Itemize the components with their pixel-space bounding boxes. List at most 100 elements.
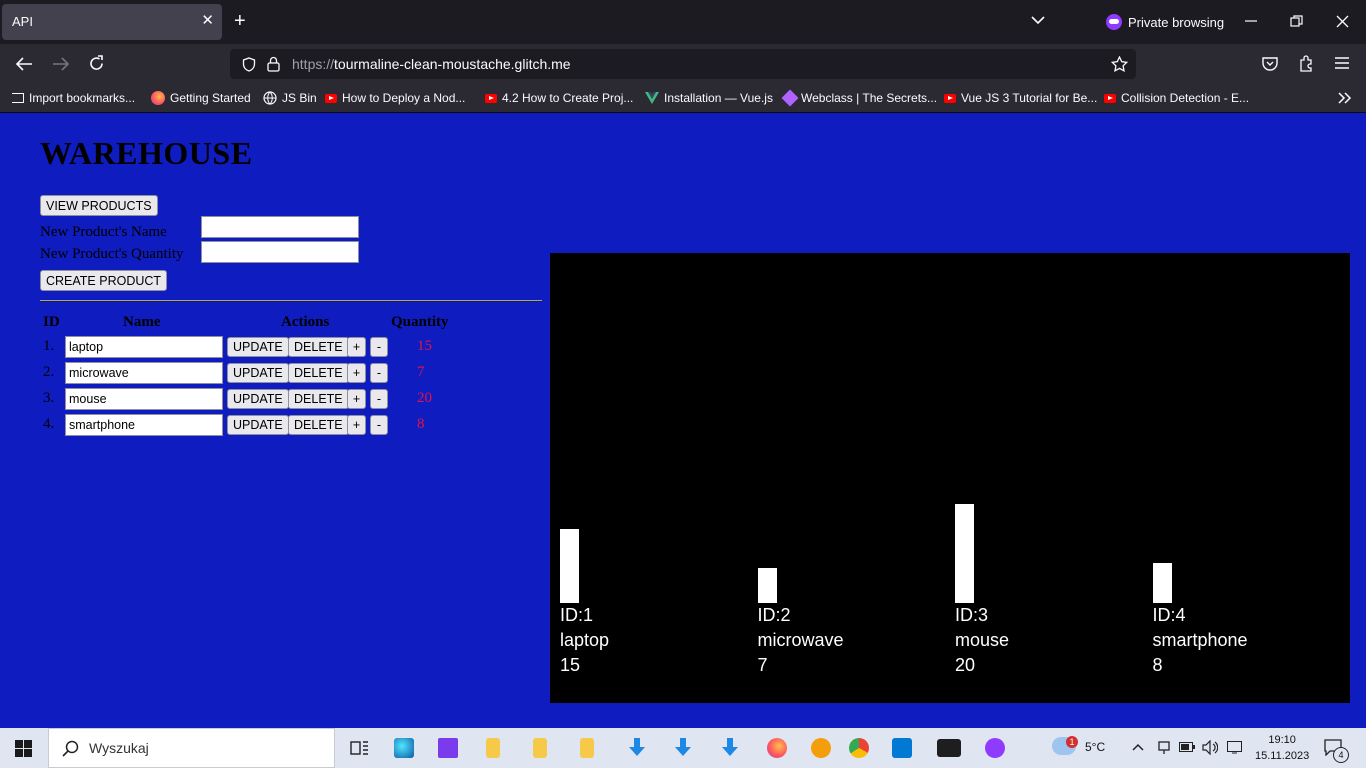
decrement-button[interactable]: - xyxy=(370,415,388,435)
page-title: WAREHOUSE xyxy=(40,135,253,171)
webclass-icon xyxy=(781,89,799,107)
extensions-icon[interactable] xyxy=(1298,55,1314,72)
bookmark-vue3-tutorial[interactable]: Vue JS 3 Tutorial for Be... xyxy=(944,91,1097,105)
increment-button[interactable]: + xyxy=(347,415,366,435)
bookmark-collision[interactable]: Collision Detection - E... xyxy=(1104,91,1249,105)
bookmark-jsbin[interactable]: JS Bin xyxy=(263,91,317,105)
delete-button[interactable]: DELETE xyxy=(288,389,349,409)
update-button[interactable]: UPDATE xyxy=(227,337,289,357)
update-button[interactable]: UPDATE xyxy=(227,363,289,383)
battery-icon[interactable] xyxy=(1179,742,1195,752)
bookmark-create-project[interactable]: 4.2 How to Create Proj... xyxy=(485,91,633,105)
menu-icon[interactable] xyxy=(1335,57,1349,69)
volume-icon[interactable] xyxy=(1202,740,1218,755)
shield-icon[interactable] xyxy=(242,57,256,72)
chrome-icon[interactable] xyxy=(849,738,869,758)
minimize-icon[interactable] xyxy=(1244,14,1258,28)
bookmark-deploy-node[interactable]: How to Deploy a Nod... xyxy=(325,91,465,105)
download-arrow-icon[interactable] xyxy=(627,738,647,758)
terminal-icon[interactable] xyxy=(937,739,961,757)
row-quantity: 20 xyxy=(417,390,432,406)
new-tab-button[interactable]: + xyxy=(234,10,246,32)
chevron-down-icon[interactable] xyxy=(1030,12,1046,28)
new-name-input[interactable] xyxy=(201,216,359,238)
chevron-right-double-icon[interactable] xyxy=(1338,92,1352,104)
youtube-icon xyxy=(325,93,337,103)
row-id: 3. xyxy=(43,390,55,406)
weather-badge: 1 xyxy=(1066,736,1078,748)
windows-start-icon[interactable] xyxy=(15,740,32,757)
row-id: 2. xyxy=(43,364,55,380)
chevron-up-icon[interactable] xyxy=(1132,743,1144,751)
bookmark-label: JS Bin xyxy=(282,91,317,105)
quantity-bar-chart: ID:1 laptop 15 ID:2 microwave 7 ID:3 mou… xyxy=(550,253,1350,703)
create-product-button[interactable]: CREATE PRODUCT xyxy=(40,270,168,291)
bookmark-star-icon[interactable] xyxy=(1111,56,1128,72)
chart-bar xyxy=(757,568,777,603)
globe-icon xyxy=(263,91,277,105)
weather-temperature[interactable]: 5°C xyxy=(1085,740,1105,754)
folder-icon[interactable] xyxy=(533,738,547,758)
bookmark-webclass[interactable]: Webclass | The Secrets... xyxy=(781,89,937,107)
chart-id-label: ID:2 xyxy=(757,605,791,625)
increment-button[interactable]: + xyxy=(347,337,366,357)
network-icon[interactable] xyxy=(1157,740,1171,755)
product-name-input[interactable]: smartphone xyxy=(65,414,223,436)
firefox-icon[interactable] xyxy=(767,738,787,758)
tab-api[interactable]: API ✕ xyxy=(2,4,222,40)
chart-name-label: mouse xyxy=(955,630,1010,650)
increment-button[interactable]: + xyxy=(347,389,366,409)
forward-icon[interactable] xyxy=(52,56,70,72)
close-tab-icon[interactable]: ✕ xyxy=(201,12,214,30)
visual-studio-icon[interactable] xyxy=(438,738,458,758)
edge-icon[interactable] xyxy=(394,738,414,758)
download-arrow-icon[interactable] xyxy=(720,738,740,758)
view-products-button[interactable]: VIEW PRODUCTS xyxy=(40,195,158,216)
taskbar-search[interactable]: Wyszukaj xyxy=(48,728,335,768)
chart-bar xyxy=(955,504,974,603)
product-name-input[interactable]: laptop xyxy=(65,336,223,358)
pocket-icon[interactable] xyxy=(1262,56,1278,71)
url-bar[interactable]: https://tourmaline-clean-moustache.glitc… xyxy=(230,49,1136,79)
decrement-button[interactable]: - xyxy=(370,337,388,357)
product-name-input[interactable]: microwave xyxy=(65,362,223,384)
youtube-icon xyxy=(485,93,497,103)
clock[interactable]: 19:10 15.11.2023 xyxy=(1255,732,1309,764)
bookmarks-toolbar: Import bookmarks... Getting Started JS B… xyxy=(0,84,1366,113)
back-icon[interactable] xyxy=(15,56,33,72)
close-window-icon[interactable] xyxy=(1336,15,1349,28)
download-arrow-icon[interactable] xyxy=(673,738,693,758)
increment-button[interactable]: + xyxy=(347,363,366,383)
folder-icon[interactable] xyxy=(580,738,594,758)
decrement-button[interactable]: - xyxy=(370,389,388,409)
brave-icon[interactable] xyxy=(811,738,831,758)
bookmark-getting-started[interactable]: Getting Started xyxy=(151,91,251,105)
navigation-toolbar: https://tourmaline-clean-moustache.glitc… xyxy=(0,44,1366,84)
folder-icon[interactable] xyxy=(486,738,500,758)
display-icon[interactable] xyxy=(1227,741,1242,754)
chart-id-label: ID:3 xyxy=(955,605,989,625)
bookmark-import[interactable]: Import bookmarks... xyxy=(12,91,135,105)
delete-button[interactable]: DELETE xyxy=(288,415,349,435)
firefox-private-icon[interactable] xyxy=(985,738,1005,758)
delete-button[interactable]: DELETE xyxy=(288,363,349,383)
decrement-button[interactable]: - xyxy=(370,363,388,383)
search-icon xyxy=(62,740,79,757)
task-view-icon[interactable] xyxy=(350,739,369,757)
vue-icon xyxy=(645,92,659,104)
product-name-input[interactable]: mouse xyxy=(65,388,223,410)
lock-icon[interactable] xyxy=(267,56,280,72)
restore-icon[interactable] xyxy=(1290,15,1303,28)
update-button[interactable]: UPDATE xyxy=(227,415,289,435)
url-text[interactable]: https://tourmaline-clean-moustache.glitc… xyxy=(292,56,571,72)
update-button[interactable]: UPDATE xyxy=(227,389,289,409)
new-name-label: New Product's Name xyxy=(40,224,167,240)
reload-icon[interactable] xyxy=(88,55,105,72)
delete-button[interactable]: DELETE xyxy=(288,337,349,357)
search-placeholder: Wyszukaj xyxy=(89,740,149,756)
tab-title: API xyxy=(12,14,33,29)
bookmark-vue-install[interactable]: Installation — Vue.js xyxy=(645,91,773,105)
new-quantity-input[interactable] xyxy=(201,241,359,263)
header-id: ID xyxy=(43,314,60,330)
vscode-icon[interactable] xyxy=(892,738,912,758)
